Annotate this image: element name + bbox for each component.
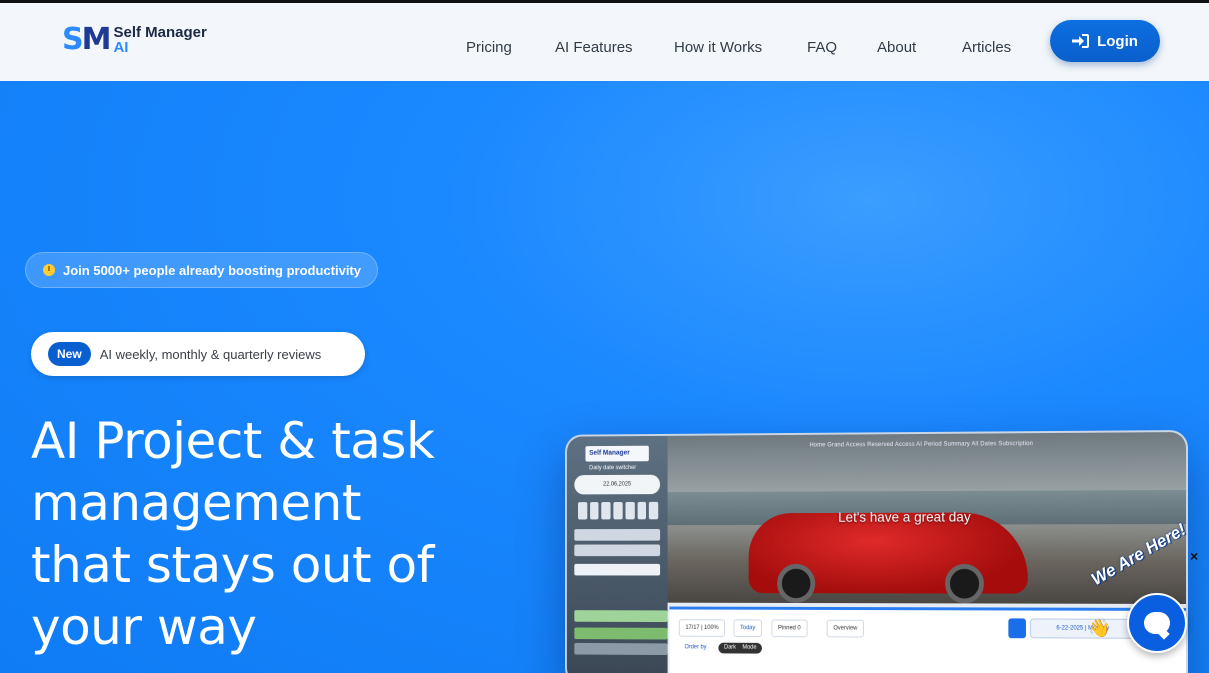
logo-line2: AI <box>113 39 129 56</box>
mockup-date-switcher: 22.06.2025 <box>574 474 661 495</box>
logo-line1: Self Manager <box>113 24 207 41</box>
chat-close-button[interactable]: × <box>1190 548 1198 564</box>
chat-button[interactable] <box>1127 593 1187 653</box>
waving-hand-icon: 👋 <box>1088 618 1111 638</box>
nav-about[interactable]: About <box>877 39 916 56</box>
nav-ai-features[interactable]: AI Features <box>555 39 633 56</box>
nav-pricing[interactable]: Pricing <box>466 39 512 56</box>
logo-text: Self Manager AI <box>113 25 206 55</box>
site-header: SM Self Manager AI Pricing AI Features H… <box>0 0 1209 81</box>
mockup-overview-button: Overview <box>826 619 865 638</box>
mockup-week-grid <box>578 501 659 520</box>
clock-icon <box>43 264 55 276</box>
mockup-side-row <box>574 610 668 623</box>
new-feature-badge[interactable]: New AI weekly, monthly & quarterly revie… <box>31 332 365 376</box>
mockup-date-label: Daily date switcher <box>589 465 637 472</box>
new-feature-text: AI weekly, monthly & quarterly reviews <box>99 346 322 362</box>
mockup-sidebar: Self Manager Daily date switcher 22.06.2… <box>566 435 668 673</box>
mockup-pinned-button: Pinned 0 <box>771 619 808 638</box>
join-badge: Join 5000+ people already boosting produ… <box>25 252 378 288</box>
mockup-greeting: Let's have a great day <box>838 508 971 525</box>
mockup-prev-arrow <box>1008 618 1026 639</box>
nav-faq[interactable]: FAQ <box>807 39 837 56</box>
logo-mark: SM <box>62 22 111 57</box>
mockup-search-row <box>574 563 661 576</box>
wheel <box>777 563 816 604</box>
new-pill: New <box>48 342 91 366</box>
wheel <box>945 563 984 604</box>
nav-how-it-works[interactable]: How it Works <box>674 39 762 56</box>
mockup-logo: Self Manager <box>585 445 649 462</box>
mockup-today-button: Today <box>733 619 762 638</box>
mockup-panel: 17/17 | 100% Today Pinned 0 Overview 6-2… <box>669 606 1187 673</box>
mockup-side-row <box>574 642 668 656</box>
login-button[interactable]: Login <box>1050 20 1160 62</box>
mockup-side-row <box>574 528 661 541</box>
mockup-topnav: Home Grand Access Reserved Access AI Per… <box>809 441 1034 449</box>
mockup-count-button: 17/17 | 100% <box>678 619 726 637</box>
mockup-date-field: 6-22-2025 | Monday <box>1029 618 1139 639</box>
nav-articles[interactable]: Articles <box>962 39 1011 56</box>
join-text: Join 5000+ people already boosting produ… <box>63 262 361 278</box>
hero-title: AI Project & task management that stays … <box>31 412 435 656</box>
chat-bubble-icon <box>1144 612 1170 634</box>
mockup-side-row <box>574 627 668 640</box>
logo[interactable]: SM Self Manager AI <box>62 23 207 57</box>
login-label: Login <box>1097 32 1138 50</box>
sign-in-icon <box>1072 34 1090 48</box>
mockup-dark-toggle: Dark Mode <box>718 642 763 654</box>
mockup-order-by: Order by <box>684 644 707 651</box>
mockup-side-row <box>574 544 661 557</box>
